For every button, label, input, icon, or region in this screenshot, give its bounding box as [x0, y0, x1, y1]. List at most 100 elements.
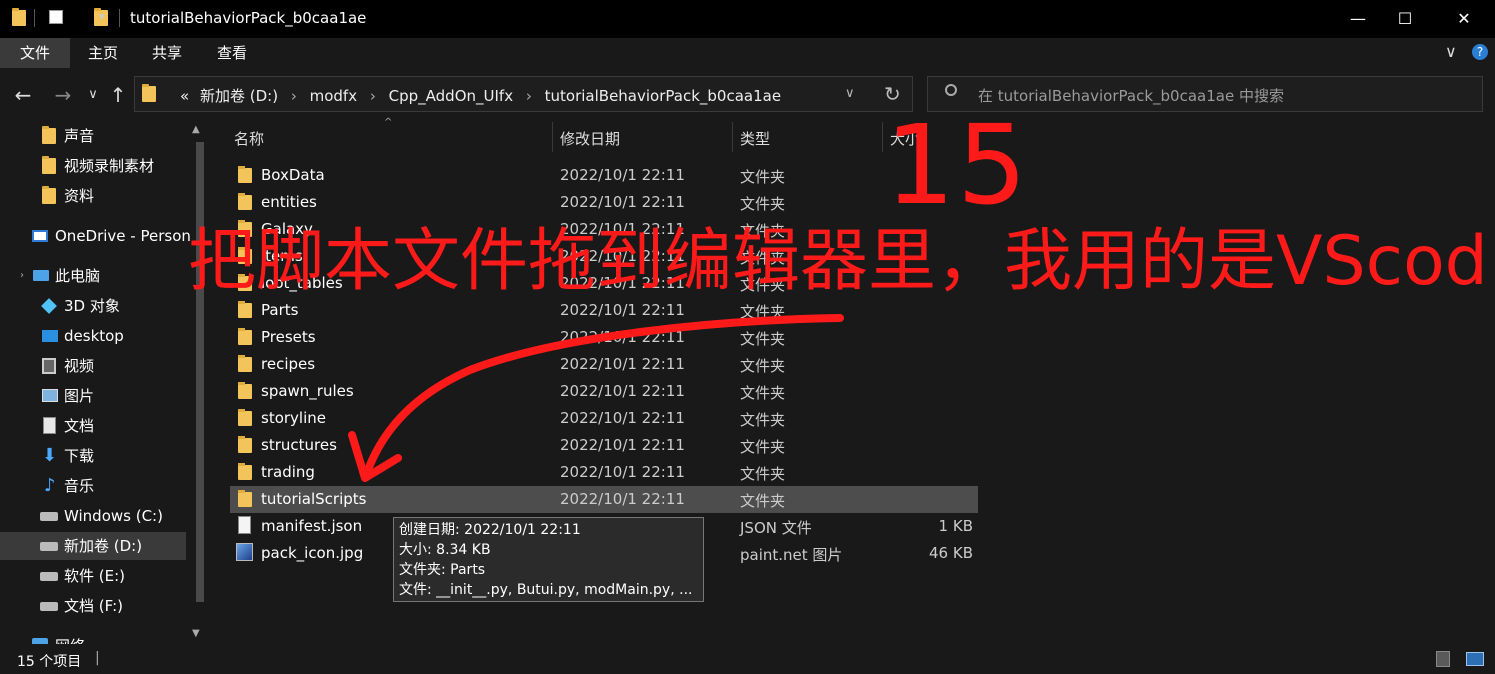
- file-type: 文件夹: [740, 303, 786, 321]
- large-icons-view-icon[interactable]: [1466, 652, 1484, 666]
- folder-icon: [238, 355, 252, 372]
- column-header-type[interactable]: 类型: [740, 128, 770, 149]
- folder-icon: [142, 84, 156, 102]
- sidebar-item-label: 视频录制素材: [64, 157, 155, 175]
- sidebar-scrollbar-thumb[interactable]: [196, 142, 204, 602]
- sidebar-item-network[interactable]: 网络: [0, 632, 190, 644]
- file-size: 1 KB: [938, 517, 973, 535]
- table-row[interactable]: spawn_rules 2022/10/1 22:11 文件夹: [230, 378, 978, 405]
- expand-arrow-icon[interactable]: ›: [20, 262, 24, 290]
- back-button[interactable]: ←: [10, 80, 36, 110]
- sidebar-item-video-material[interactable]: 视频录制素材: [0, 152, 190, 180]
- file-name: spawn_rules: [261, 382, 354, 400]
- folder-icon: [238, 382, 252, 399]
- properties-icon[interactable]: [49, 10, 63, 24]
- breadcrumb-item[interactable]: modfx: [310, 87, 357, 105]
- divider: [34, 9, 35, 27]
- sidebar-item-drive-c[interactable]: Windows (C:): [0, 502, 190, 530]
- sidebar-item-label: Windows (C:): [64, 507, 163, 525]
- expand-ribbon-icon[interactable]: ∨: [1445, 42, 1457, 61]
- drive-icon: [40, 602, 58, 611]
- sidebar-item-downloads[interactable]: ⬇ 下载: [0, 442, 190, 470]
- annotation-text: 把脚本文件拖到编辑器里，我用的是VScod: [188, 222, 1488, 301]
- tab-home[interactable]: 主页: [80, 38, 126, 68]
- table-row[interactable]: recipes 2022/10/1 22:11 文件夹: [230, 351, 978, 378]
- folder-icon: [238, 328, 252, 345]
- computer-icon: [33, 270, 49, 281]
- recent-locations-button[interactable]: ∨: [84, 80, 102, 110]
- breadcrumb-item[interactable]: 新加卷 (D:): [200, 87, 278, 105]
- sidebar-item-this-pc[interactable]: › 此电脑: [0, 262, 190, 290]
- image-file-icon: [236, 543, 253, 561]
- sidebar-item-3d-objects[interactable]: 3D 对象: [0, 292, 190, 320]
- help-icon[interactable]: ?: [1472, 44, 1488, 60]
- breadcrumb-item[interactable]: Cpp_AddOn_UIfx: [389, 87, 513, 105]
- breadcrumb-separator: ›: [290, 87, 297, 105]
- details-view-icon[interactable]: [1436, 651, 1450, 667]
- file-date: 2022/10/1 22:11: [560, 463, 685, 481]
- sidebar-item-drive-e[interactable]: 软件 (E:): [0, 562, 190, 590]
- scroll-up-icon[interactable]: ▲: [192, 124, 200, 135]
- annotation-step-number: 15: [885, 101, 1029, 229]
- column-header-name[interactable]: 名称: [234, 128, 264, 149]
- minimize-button[interactable]: —: [1335, 0, 1381, 38]
- file-name: pack_icon.jpg: [261, 544, 364, 562]
- table-row-selected[interactable]: tutorialScripts 2022/10/1 22:11 文件夹: [230, 486, 978, 513]
- close-button[interactable]: ✕: [1441, 0, 1487, 38]
- sidebar-item-label: 文档 (F:): [64, 597, 123, 615]
- breadcrumb-overflow[interactable]: «: [180, 87, 189, 105]
- table-row[interactable]: structures 2022/10/1 22:11 文件夹: [230, 432, 978, 459]
- breadcrumb-separator: ›: [369, 87, 376, 105]
- sidebar-item-label: 图片: [64, 387, 95, 405]
- file-type: 文件夹: [740, 438, 786, 456]
- tooltip-size: 大小: 8.34 KB: [399, 542, 491, 558]
- table-row[interactable]: Presets 2022/10/1 22:11 文件夹: [230, 324, 978, 351]
- file-type: JSON 文件: [740, 519, 812, 537]
- sidebar-item-label: 声音: [64, 127, 95, 145]
- breadcrumb[interactable]: « 新加卷 (D:) › modfx › Cpp_AddOn_UIfx › tu…: [180, 85, 781, 106]
- file-date: 2022/10/1 22:11: [560, 193, 685, 211]
- tooltip-subfolders: 文件夹: Parts: [399, 562, 486, 578]
- tab-share[interactable]: 共享: [144, 38, 190, 68]
- sidebar-item-documents[interactable]: 文档: [0, 412, 190, 440]
- download-icon: ⬇: [42, 445, 58, 466]
- table-row[interactable]: trading 2022/10/1 22:11 文件夹: [230, 459, 978, 486]
- sidebar-item-pictures[interactable]: 图片: [0, 382, 190, 410]
- json-file-icon: [238, 516, 251, 534]
- tab-file[interactable]: 文件: [0, 38, 70, 68]
- file-name: recipes: [261, 355, 316, 373]
- file-name: BoxData: [261, 166, 325, 184]
- sidebar-item-drive-f[interactable]: 文档 (F:): [0, 592, 190, 620]
- sidebar-item-label: 音乐: [64, 477, 95, 495]
- scroll-down-icon[interactable]: ▼: [192, 628, 200, 639]
- up-button[interactable]: ↑: [106, 80, 130, 110]
- maximize-button[interactable]: ☐: [1382, 0, 1428, 38]
- file-date: 2022/10/1 22:11: [560, 409, 685, 427]
- forward-button[interactable]: →: [50, 80, 76, 110]
- file-name: trading: [261, 463, 315, 481]
- breadcrumb-item[interactable]: tutorialBehaviorPack_b0caa1ae: [545, 87, 781, 105]
- table-row[interactable]: entities 2022/10/1 22:11 文件夹: [230, 189, 978, 216]
- item-count: 15 个项目: [17, 654, 82, 670]
- address-dropdown-icon[interactable]: ∨: [845, 86, 855, 101]
- sidebar-item-videos[interactable]: 视频: [0, 352, 190, 380]
- column-divider[interactable]: [882, 122, 883, 152]
- sidebar-item-music[interactable]: ♪ 音乐: [0, 472, 190, 500]
- sidebar-item-sound[interactable]: 声音: [0, 122, 190, 150]
- folder-icon: [42, 156, 56, 174]
- file-type: 文件夹: [740, 195, 786, 213]
- table-row[interactable]: BoxData 2022/10/1 22:11 文件夹: [230, 162, 978, 189]
- quick-access-dropdown-icon[interactable]: ▾: [99, 10, 105, 23]
- sidebar-item-desktop[interactable]: desktop: [0, 322, 190, 350]
- sidebar-item-onedrive[interactable]: OneDrive - Person: [0, 222, 190, 250]
- folder-icon: [238, 436, 252, 453]
- column-divider[interactable]: [552, 122, 553, 152]
- sidebar-item-materials[interactable]: 资料: [0, 182, 190, 210]
- tab-view[interactable]: 查看: [209, 38, 255, 68]
- column-divider[interactable]: [732, 122, 733, 152]
- table-row[interactable]: storyline 2022/10/1 22:11 文件夹: [230, 405, 978, 432]
- window-title: tutorialBehaviorPack_b0caa1ae: [130, 9, 367, 27]
- sidebar-item-drive-d[interactable]: 新加卷 (D:): [0, 532, 186, 560]
- column-header-date[interactable]: 修改日期: [560, 128, 620, 149]
- breadcrumb-separator: ›: [525, 87, 532, 105]
